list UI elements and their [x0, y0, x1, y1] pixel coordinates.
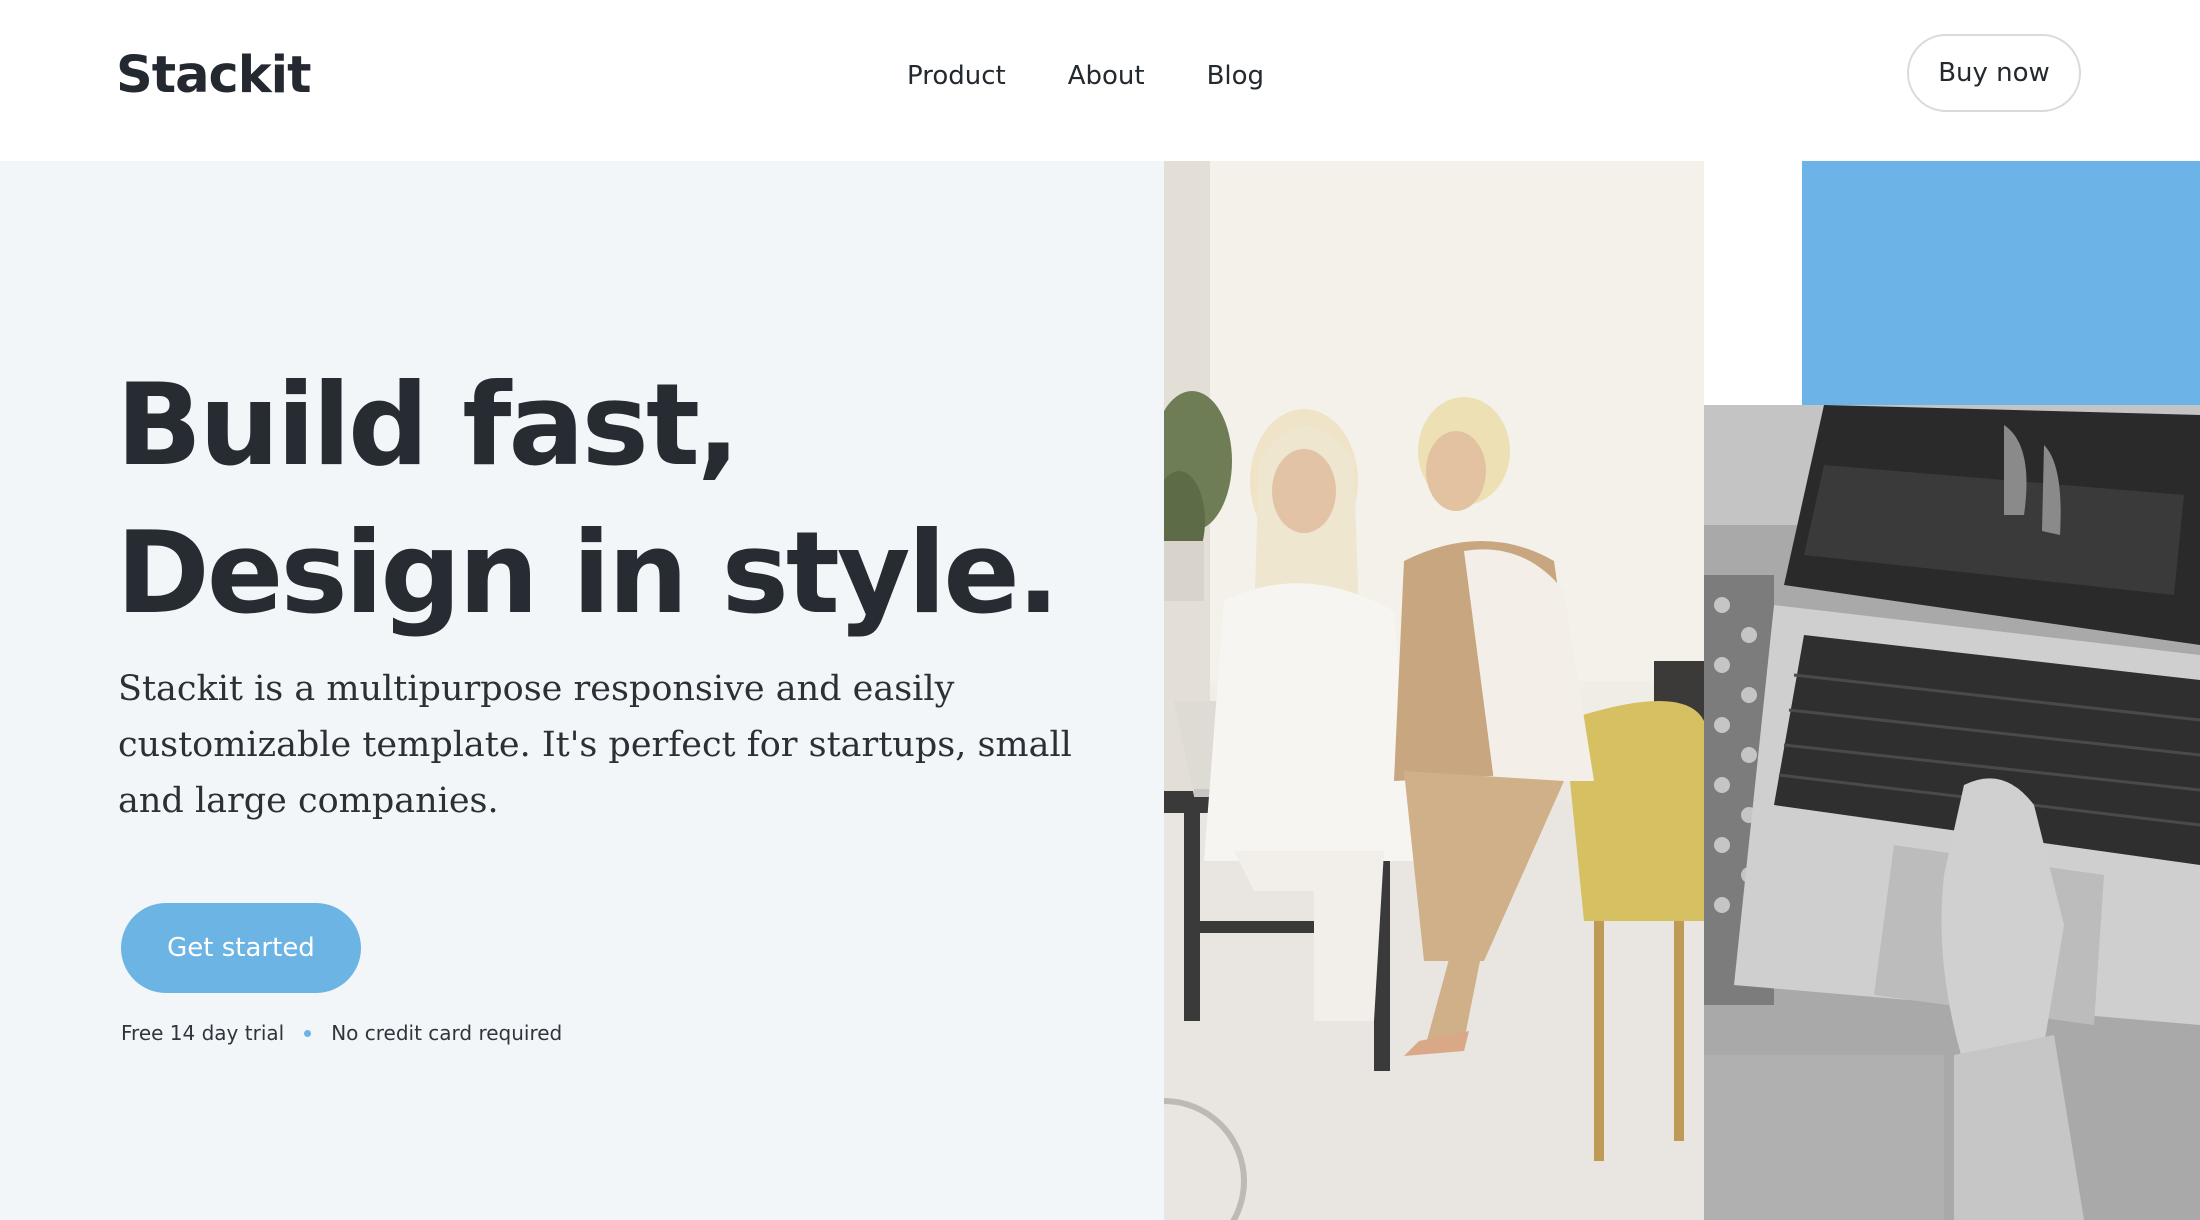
laptop-photo-illustration [1704, 405, 2200, 1220]
laptop-photo [1704, 405, 2200, 1220]
hero-headline: Build fast, Design in style. [116, 351, 1060, 647]
hero-description: Stackit is a multipurpose responsive and… [118, 669, 1072, 821]
bullet-dot-icon [304, 1029, 312, 1037]
office-photo [1164, 161, 1704, 1220]
get-started-button[interactable]: Get started [121, 903, 361, 993]
site-header: Stackit Product About Blog Buy now [0, 0, 2200, 161]
brand-logo[interactable]: Stackit [116, 44, 312, 108]
hero-headline-line1: Build fast, [116, 359, 740, 491]
nav-link-product[interactable]: Product [907, 56, 1006, 96]
hero-section: Build fast, Design in style. Stackit is … [0, 161, 1164, 1220]
buy-now-button[interactable]: Buy now [1907, 34, 2081, 112]
nav-link-about[interactable]: About [1068, 56, 1145, 96]
office-photo-illustration [1164, 161, 1704, 1220]
main-nav: Product About Blog [907, 56, 1264, 96]
nav-link-blog[interactable]: Blog [1207, 56, 1264, 96]
accent-color-block [1802, 161, 2200, 405]
perk-no-credit-card: No credit card required [331, 1021, 563, 1045]
perk-free-trial: Free 14 day trial [121, 1021, 285, 1045]
hero-perks: Free 14 day trial No credit card require… [121, 1021, 562, 1045]
hero-headline-line2: Design in style. [116, 507, 1060, 639]
